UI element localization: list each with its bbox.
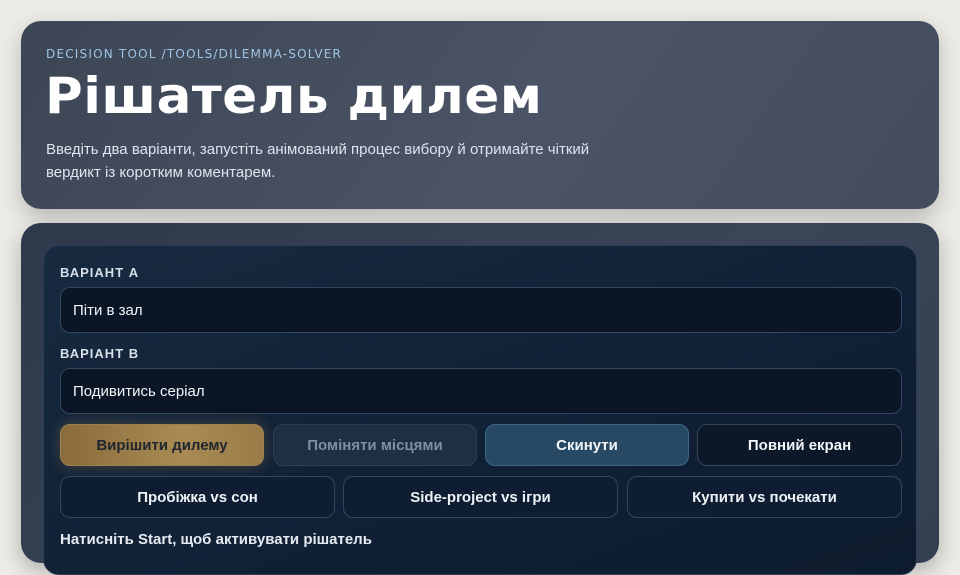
reset-button[interactable]: Скинути [485,424,689,466]
swap-options-button[interactable]: Поміняти місцями [273,424,477,466]
preset-button-buy-vs-wait[interactable]: Купити vs почекати [627,476,902,518]
preset-button-run-vs-sleep[interactable]: Пробіжка vs сон [60,476,335,518]
fullscreen-button[interactable]: Повний екран [697,424,902,466]
breadcrumb: DECISION TOOL /TOOLS/DILEMMA-SOLVER [46,47,343,61]
option-b-label: ВАРІАНТ B [60,346,140,361]
solver-panel: ВАРІАНТ A ВАРІАНТ B Вирішити дилему Помі… [43,245,917,575]
option-a-label: ВАРІАНТ A [60,265,140,280]
option-b-input[interactable] [60,368,902,414]
page-subtitle: Введіть два варіанти, запустіть анімован… [46,138,686,184]
main-card: ВАРІАНТ A ВАРІАНТ B Вирішити дилему Помі… [21,223,939,575]
page-title: Рішатель дилем [45,67,543,125]
preset-button-sideproject-vs-games[interactable]: Side-project vs ігри [343,476,618,518]
subtitle-line-2: вердикт із коротким коментарем. [46,164,276,181]
solve-dilemma-button[interactable]: Вирішити дилему [60,424,264,466]
header-card: DECISION TOOL /TOOLS/DILEMMA-SOLVER Ріша… [21,21,939,209]
option-a-input[interactable] [60,287,902,333]
subtitle-line-1: Введіть два варіанти, запустіть анімован… [46,141,590,158]
